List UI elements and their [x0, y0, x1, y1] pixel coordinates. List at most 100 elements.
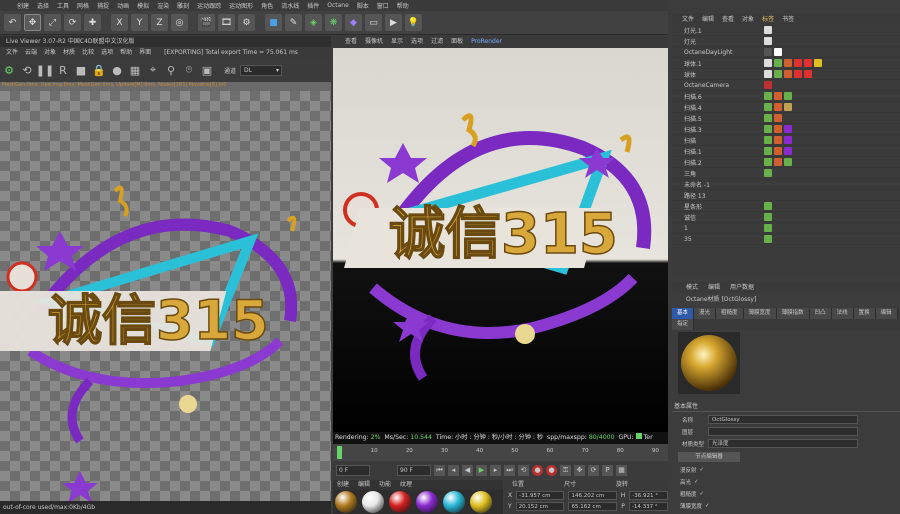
- object-row[interactable]: 路径 13: [672, 190, 900, 201]
- tag-icon[interactable]: [764, 213, 772, 221]
- channel-select[interactable]: DL ▾: [240, 64, 283, 76]
- material-tab[interactable]: 编辑: [875, 308, 898, 319]
- object-row[interactable]: 三角: [672, 168, 900, 179]
- material-swatch[interactable]: [335, 491, 357, 513]
- tag-icon[interactable]: [814, 59, 822, 67]
- tag-icon[interactable]: [804, 70, 812, 78]
- tag-icon[interactable]: [774, 136, 782, 144]
- check-diffuse[interactable]: 漫反射 ✓: [672, 464, 900, 475]
- attr-menu-mode[interactable]: 模式: [686, 282, 698, 293]
- object-row[interactable]: 扫描.2: [672, 157, 900, 168]
- material-tab[interactable]: 凹凸: [809, 308, 832, 319]
- axis-z-button[interactable]: Z: [151, 14, 168, 31]
- menu-item[interactable]: Octane: [327, 2, 349, 9]
- tag-icon[interactable]: [784, 70, 792, 78]
- lv-menu-interface[interactable]: 界面: [139, 47, 151, 58]
- record-icon[interactable]: ●: [532, 464, 543, 476]
- light-icon[interactable]: 💡: [405, 14, 422, 31]
- tag-icon[interactable]: [774, 70, 782, 78]
- material-tab[interactable]: 粗糙度: [716, 308, 744, 319]
- object-row[interactable]: 灯光.1: [672, 25, 900, 36]
- tag-icon[interactable]: [764, 235, 772, 243]
- subdivision-icon[interactable]: ◈: [305, 14, 322, 31]
- lv-menu-options[interactable]: 选项: [101, 47, 113, 58]
- coordinate-system-icon[interactable]: ◎: [171, 14, 188, 31]
- menu-item[interactable]: 雕刻: [177, 1, 189, 10]
- rot-h-field[interactable]: -36.921 °: [629, 491, 668, 500]
- menu-item[interactable]: 插件: [307, 1, 319, 10]
- om-menu-objects[interactable]: 对象: [742, 14, 754, 25]
- tag-icon[interactable]: [794, 59, 802, 67]
- object-row[interactable]: 扫描.4: [672, 102, 900, 113]
- lv-menu-objects[interactable]: 对象: [44, 47, 56, 58]
- focus-icon[interactable]: ⌖: [146, 63, 160, 77]
- tag-icon[interactable]: [764, 81, 772, 89]
- rot-p-field[interactable]: -14.337 °: [628, 502, 668, 511]
- object-row[interactable]: 扫描.1: [672, 146, 900, 157]
- next-frame-icon[interactable]: ▸: [490, 464, 501, 476]
- object-row[interactable]: 扫描.5: [672, 113, 900, 124]
- material-tab[interactable]: 基本: [672, 308, 695, 319]
- vp-menu-options[interactable]: 选项: [411, 36, 423, 48]
- tag-icon[interactable]: [784, 125, 792, 133]
- map-pin-icon[interactable]: ⌾: [182, 63, 196, 77]
- pos-x-field[interactable]: -31.957 cm: [516, 491, 565, 500]
- pos-y-field[interactable]: 20.152 cm: [515, 502, 565, 511]
- check-roughness[interactable]: 粗糙度 ✓: [672, 488, 900, 499]
- object-row[interactable]: OctaneDayLight: [672, 47, 900, 58]
- attr-menu-userdata[interactable]: 用户数据: [730, 282, 754, 293]
- tag-icon[interactable]: [764, 48, 772, 56]
- attr-menu-edit[interactable]: 编辑: [708, 282, 720, 293]
- object-row[interactable]: OctaneCamera: [672, 80, 900, 91]
- auto-key-icon[interactable]: ●: [546, 464, 557, 476]
- go-end-icon[interactable]: ⏭: [504, 464, 515, 476]
- mat-menu-texture[interactable]: 纹理: [400, 480, 412, 490]
- vp-menu-panel[interactable]: 面板: [451, 36, 463, 48]
- menu-item[interactable]: 选择: [37, 1, 49, 10]
- material-swatch[interactable]: [389, 491, 411, 513]
- name-field[interactable]: OctGlossy: [708, 415, 858, 424]
- om-menu-tags[interactable]: 标签: [762, 14, 774, 25]
- menu-item[interactable]: 运动跟踪: [197, 1, 221, 10]
- object-row[interactable]: 1: [672, 223, 900, 234]
- tag-icon[interactable]: [764, 59, 772, 67]
- mat-menu-create[interactable]: 创建: [337, 480, 349, 490]
- pen-icon[interactable]: ✎: [285, 14, 302, 31]
- tag-icon[interactable]: [764, 26, 772, 34]
- size-x-field[interactable]: 146.202 cm: [568, 491, 617, 500]
- tag-icon[interactable]: [784, 103, 792, 111]
- camera-icon[interactable]: ▶: [385, 14, 402, 31]
- end-frame-field[interactable]: 90 F: [397, 464, 431, 476]
- live-viewer-canvas[interactable]: 诚信315: [0, 91, 331, 501]
- layer-field[interactable]: [708, 427, 858, 436]
- material-swatch[interactable]: [362, 491, 384, 513]
- check-film-width[interactable]: 薄膜宽度 ✓: [672, 500, 900, 511]
- menu-item[interactable]: 工具: [57, 1, 69, 10]
- check-specular[interactable]: 高光 ✓: [672, 476, 900, 487]
- restart-icon[interactable]: ⟲: [20, 63, 34, 77]
- tag-icon[interactable]: [784, 136, 792, 144]
- tag-icon[interactable]: [764, 147, 772, 155]
- object-row[interactable]: 扫描.3: [672, 124, 900, 135]
- deformer-icon[interactable]: ◆: [345, 14, 362, 31]
- tag-icon[interactable]: [764, 158, 772, 166]
- menu-item[interactable]: 角色: [261, 1, 273, 10]
- tag-icon[interactable]: [774, 158, 782, 166]
- start-frame-field[interactable]: 0 F: [336, 464, 370, 476]
- material-swatch[interactable]: [416, 491, 438, 513]
- axis-y-button[interactable]: Y: [131, 14, 148, 31]
- menu-item[interactable]: 脚本: [357, 1, 369, 10]
- om-menu-edit[interactable]: 编辑: [702, 14, 714, 25]
- tag-icon[interactable]: [774, 114, 782, 122]
- object-row[interactable]: 星条形: [672, 201, 900, 212]
- scale-tool-icon[interactable]: ⤢: [44, 14, 61, 31]
- tag-icon[interactable]: [774, 59, 782, 67]
- settings-gear-icon[interactable]: ⚙: [2, 63, 16, 77]
- move-key-icon[interactable]: ✥: [574, 464, 585, 476]
- tag-icon[interactable]: [774, 125, 782, 133]
- object-row[interactable]: 诚信: [672, 212, 900, 223]
- lv-menu-compare[interactable]: 比较: [82, 47, 94, 58]
- lv-menu-cloud[interactable]: 云端: [25, 47, 37, 58]
- menu-item[interactable]: 窗口: [377, 1, 389, 10]
- rotate-key-icon[interactable]: ⟳: [588, 464, 599, 476]
